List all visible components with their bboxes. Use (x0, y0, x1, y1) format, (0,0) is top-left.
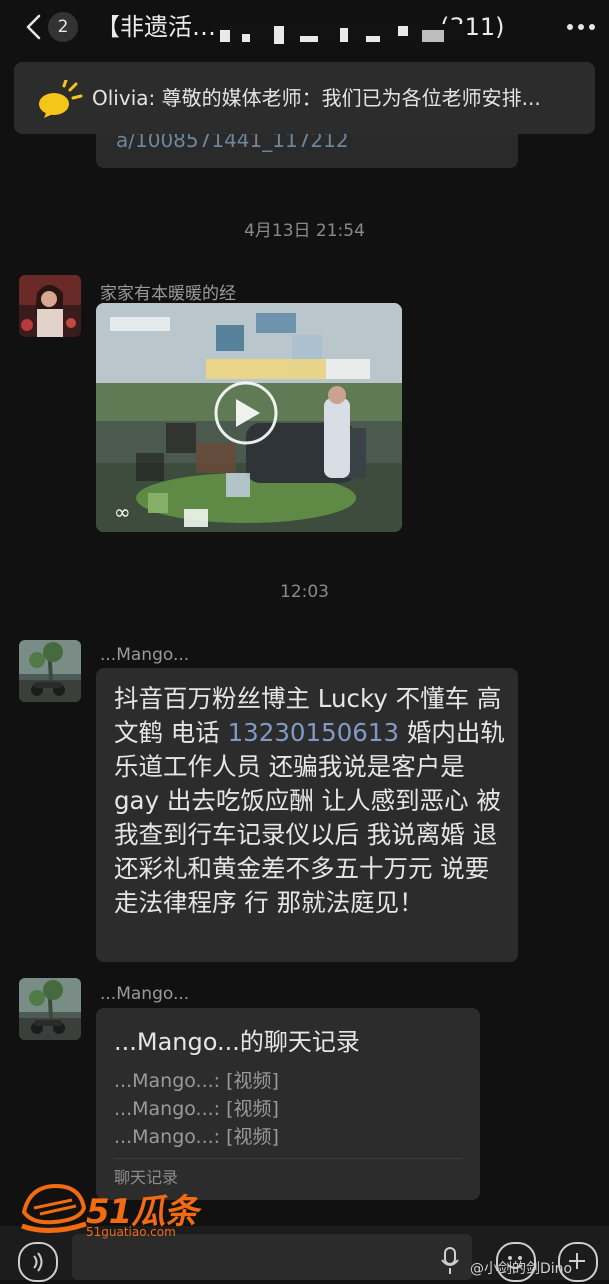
message-timestamp: 4月13日 21:54 (244, 221, 365, 241)
group-title-left: 【非遗活… (96, 13, 216, 41)
phone-number-link[interactable]: 13230150613 (228, 718, 399, 747)
chat-header: 2 【非遗活……(311) (0, 0, 609, 54)
previous-message-bubble[interactable]: a/1008571441_117212 (96, 130, 518, 168)
unread-count-badge[interactable]: 2 (48, 12, 78, 42)
text-message-bubble[interactable]: 抖音百万粉丝博主 Lucky 不懂车 高文鹤 电话 13230150613 婚内… (96, 668, 518, 962)
mic-icon[interactable] (440, 1246, 460, 1276)
message-text-part: 婚内出轨乐道工作人员 还骗我说是客户是gay 出去吃饭应酬 让人感到恶心 被我查… (114, 718, 505, 917)
message-text: 抖音百万粉丝博主 Lucky 不懂车 高文鹤 电话 13230150613 婚内… (114, 682, 506, 920)
title-redaction (214, 24, 464, 45)
sender-name: 家家有本暖暖的经 (100, 284, 236, 304)
chat-record-line: ...Mango...: [视频] (114, 1098, 279, 1120)
chat-record-card[interactable]: ...Mango...的聊天记录 ...Mango...: [视频] ...Ma… (96, 1008, 480, 1200)
avatar[interactable] (19, 978, 81, 1040)
announcement-text: Olivia: 尊敬的媒体老师：我们已为各位老师安排... (92, 86, 541, 110)
back-chevron-icon[interactable] (22, 12, 46, 42)
divider (114, 1158, 462, 1159)
chat-record-title: ...Mango...的聊天记录 (114, 1028, 360, 1056)
message-timestamp: 12:03 (280, 582, 329, 602)
megaphone-icon (36, 78, 84, 118)
voice-icon[interactable] (18, 1242, 58, 1282)
video-message[interactable]: ∞ (96, 303, 402, 532)
sender-name: ...Mango... (100, 984, 190, 1004)
avatar[interactable] (19, 640, 81, 702)
avatar[interactable] (19, 275, 81, 337)
chat-record-line: ...Mango...: [视频] (114, 1070, 279, 1092)
watermark-weibo: @小剑的剑Dino (470, 1261, 573, 1277)
chat-record-line: ...Mango...: [视频] (114, 1126, 279, 1148)
more-dots-icon[interactable] (566, 14, 596, 40)
sender-name: ...Mango... (100, 645, 190, 665)
watermark-site: 51guatiao.com (86, 1225, 176, 1239)
group-title[interactable]: 【非遗活……(311) (96, 9, 526, 45)
pinned-announcement[interactable]: Olivia: 尊敬的媒体老师：我们已为各位老师安排... (14, 62, 595, 134)
svg-text:∞: ∞ (114, 500, 131, 524)
